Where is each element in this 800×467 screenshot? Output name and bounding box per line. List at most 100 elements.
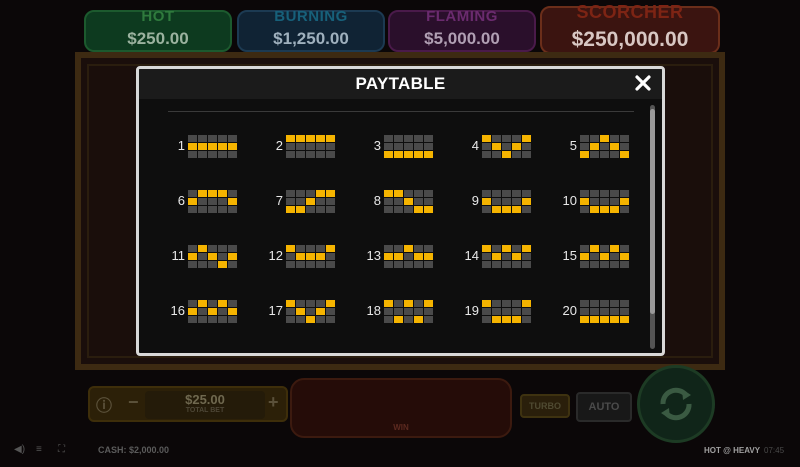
scrollbar-thumb[interactable] (650, 109, 655, 314)
payline-cell (610, 316, 619, 323)
payline-cell (316, 206, 325, 213)
payline-number: 19 (464, 303, 479, 318)
payline-cell (198, 143, 207, 150)
settings-icon[interactable]: ≡ (36, 444, 42, 455)
payline-cell (512, 198, 521, 205)
paytable-content[interactable]: 1234567891011121314151617181920212223242… (139, 99, 662, 356)
fullscreen-icon[interactable]: ⛶ (58, 444, 65, 455)
payline-cell (306, 190, 315, 197)
payline-cell (492, 316, 501, 323)
payline-cell (286, 308, 295, 315)
payline-cell (522, 300, 531, 307)
jackpot-burning-value: $1,250.00 (273, 29, 349, 48)
close-button[interactable] (632, 71, 654, 95)
payline-cell (590, 245, 599, 252)
payline-cell (208, 261, 217, 268)
payline-cell (286, 151, 295, 158)
payline-cell (600, 261, 609, 268)
payline-cell (512, 135, 521, 142)
payline-cell (208, 198, 217, 205)
payline-cell (286, 245, 295, 252)
payline-cell (188, 308, 197, 315)
payline-cell (198, 135, 207, 142)
payline-cell (286, 253, 295, 260)
payline-cell (580, 206, 589, 213)
payline-cell (610, 253, 619, 260)
payline-cell (188, 253, 197, 260)
payline-cell (228, 143, 237, 150)
payline-cell (218, 354, 227, 356)
payline-cell (512, 206, 521, 213)
payline-cell (218, 143, 227, 150)
payline-cell (610, 206, 619, 213)
payline-cell (218, 135, 227, 142)
payline-cell (502, 300, 511, 307)
payline-cell (286, 143, 295, 150)
payline-cell (610, 308, 619, 315)
payline-cell (414, 135, 423, 142)
payline-cell (482, 135, 491, 142)
payline-cell (394, 354, 403, 356)
payline-cell (502, 143, 511, 150)
payline-number: 20 (562, 303, 577, 318)
payline-cell (610, 190, 619, 197)
payline-cell (414, 151, 423, 158)
payline-cell (590, 198, 599, 205)
payline-cell (512, 308, 521, 315)
payline-cell (600, 300, 609, 307)
spin-button[interactable] (637, 365, 715, 443)
payline-cell (394, 135, 403, 142)
autoplay-button[interactable]: AUTO (576, 392, 632, 422)
payline-cell (590, 190, 599, 197)
payline-cell (492, 253, 501, 260)
payline-cell (600, 253, 609, 260)
payline-cell (228, 261, 237, 268)
payline-cell (218, 206, 227, 213)
modal-title: PAYTABLE (355, 74, 446, 93)
payline-cell (492, 143, 501, 150)
payline-cell (414, 308, 423, 315)
payline-cell (580, 300, 589, 307)
payline-cell (492, 308, 501, 315)
payline-cell (326, 245, 335, 252)
payline-cell (198, 253, 207, 260)
payline-cell (286, 190, 295, 197)
turbo-button[interactable]: TURBO (520, 394, 570, 418)
payline-cell (620, 190, 629, 197)
bet-increase-button[interactable]: + (268, 392, 279, 413)
payline-cell (228, 190, 237, 197)
payline-cell (580, 198, 589, 205)
payline-cell (414, 245, 423, 252)
payline-cell (188, 300, 197, 307)
payline-cell (414, 206, 423, 213)
payline-cell (306, 206, 315, 213)
payline-cell (316, 308, 325, 315)
payline-cell (424, 245, 433, 252)
payline-cell (188, 143, 197, 150)
payline-cell (492, 151, 501, 158)
payline-cell (286, 300, 295, 307)
payline-cell (492, 190, 501, 197)
payline-cell (394, 308, 403, 315)
payline-cell (306, 316, 315, 323)
jackpot-scorcher-name: SCORCHER (576, 2, 684, 22)
jackpot-hot: HOT $250.00 (84, 8, 232, 52)
payline-cell (522, 308, 531, 315)
payline-cell (590, 261, 599, 268)
info-icon[interactable]: ⓘ (96, 392, 112, 416)
payline-cell (384, 245, 393, 252)
payline-cell (198, 190, 207, 197)
payline-cell (306, 198, 315, 205)
payline-cell (198, 354, 207, 356)
sound-icon[interactable]: ◀) (14, 444, 25, 455)
payline-cell (590, 354, 599, 356)
payline-cell (620, 300, 629, 307)
bet-decrease-button[interactable]: − (128, 392, 139, 413)
payline-cell (424, 143, 433, 150)
payline-cell (296, 300, 305, 307)
payline-cell (414, 316, 423, 323)
payline-cell (394, 206, 403, 213)
payline-cell (394, 198, 403, 205)
payline-cell (512, 143, 521, 150)
payline-cell (600, 135, 609, 142)
